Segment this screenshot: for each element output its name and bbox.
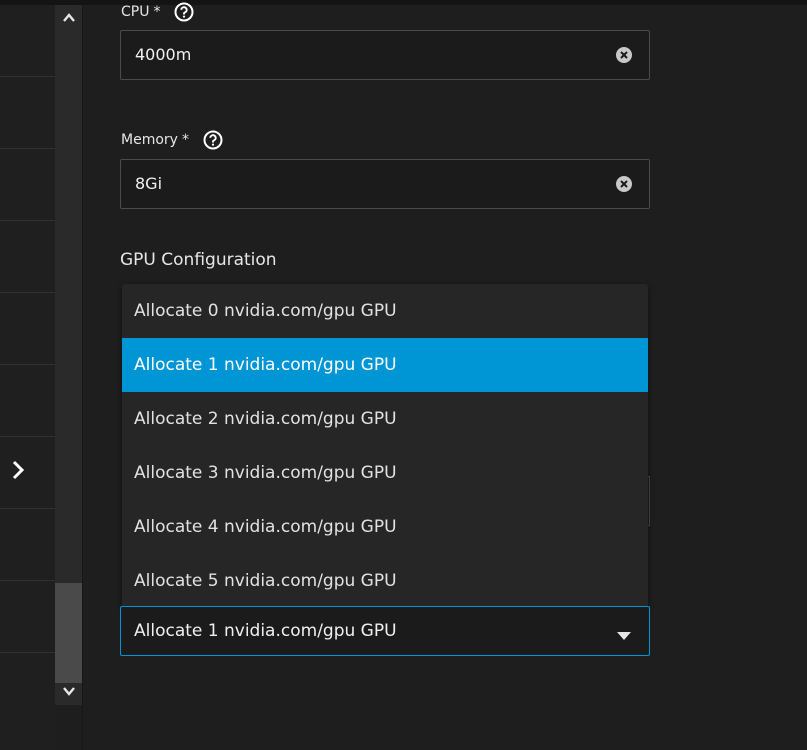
list-divider	[0, 364, 55, 365]
cpu-input-value[interactable]: 4000m	[135, 31, 191, 79]
memory-label-text: Memory	[121, 132, 178, 148]
gpu-option-0[interactable]: Allocate 0 nvidia.com/gpu GPU	[122, 284, 648, 338]
caret-down-icon[interactable]	[617, 626, 631, 640]
left-list-panel	[0, 5, 55, 750]
gpu-option-1[interactable]: Allocate 1 nvidia.com/gpu GPU	[122, 338, 648, 392]
cpu-input[interactable]: 4000m	[120, 30, 650, 80]
gpu-option-4[interactable]: Allocate 4 nvidia.com/gpu GPU	[122, 500, 648, 554]
gpu-options-dropdown[interactable]: Allocate 0 nvidia.com/gpu GPU Allocate 1…	[122, 284, 648, 608]
memory-input-value[interactable]: 8Gi	[135, 160, 162, 208]
cpu-required-mark: *	[153, 4, 161, 20]
chevron-right-icon[interactable]	[8, 460, 28, 484]
scrollbar-track[interactable]	[55, 583, 82, 683]
gpu-option-3[interactable]: Allocate 3 nvidia.com/gpu GPU	[122, 446, 648, 500]
cpu-label-text: CPU	[121, 4, 150, 20]
gpu-section-title: GPU Configuration	[120, 250, 277, 270]
gpu-select-value[interactable]: Allocate 1 nvidia.com/gpu GPU	[134, 607, 397, 655]
clear-circle-icon[interactable]	[615, 175, 633, 193]
chevron-down-icon[interactable]	[55, 678, 82, 703]
chevron-up-icon[interactable]	[55, 5, 82, 30]
gpu-select[interactable]: Allocate 1 nvidia.com/gpu GPU	[120, 606, 650, 656]
list-divider	[0, 436, 55, 437]
cpu-label: CPU *	[121, 2, 194, 22]
scrollbar[interactable]	[55, 5, 82, 705]
memory-required-mark: *	[181, 132, 189, 148]
list-divider	[0, 220, 55, 221]
list-divider	[0, 580, 55, 581]
gpu-option-2[interactable]: Allocate 2 nvidia.com/gpu GPU	[122, 392, 648, 446]
list-divider	[0, 76, 55, 77]
memory-input[interactable]: 8Gi	[120, 159, 650, 209]
list-divider	[0, 292, 55, 293]
list-divider	[0, 508, 55, 509]
clear-circle-icon[interactable]	[615, 46, 633, 64]
memory-label: Memory *	[121, 130, 223, 150]
list-divider	[0, 652, 55, 653]
gpu-option-5[interactable]: Allocate 5 nvidia.com/gpu GPU	[122, 554, 648, 608]
help-circle-icon[interactable]	[174, 2, 194, 22]
help-circle-icon[interactable]	[203, 130, 223, 150]
list-divider	[0, 148, 55, 149]
